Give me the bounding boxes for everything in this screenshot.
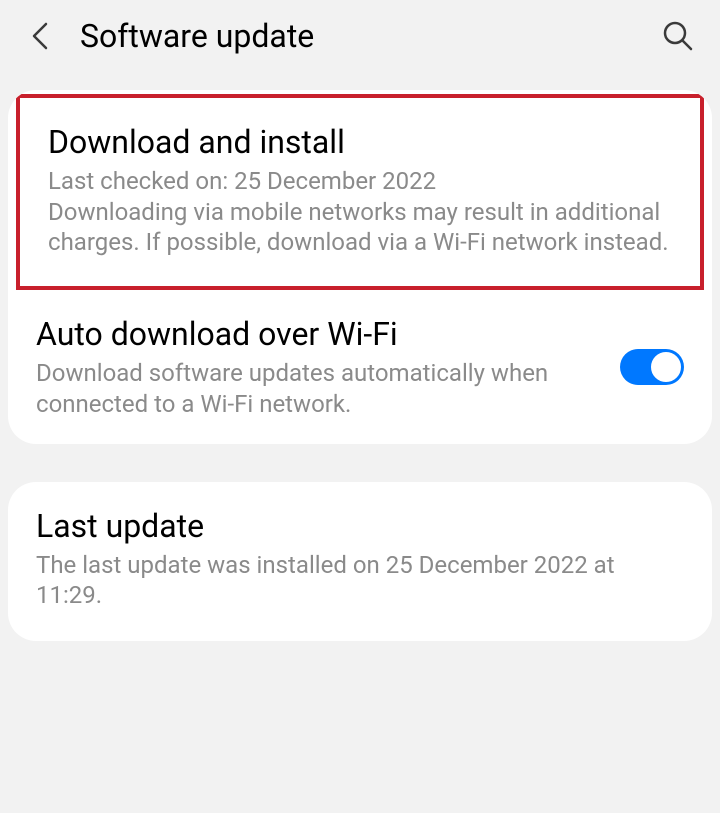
auto-download-toggle[interactable]: [620, 349, 684, 385]
back-button[interactable]: [24, 20, 56, 52]
last-update-item[interactable]: Last update The last update was installe…: [8, 482, 712, 641]
download-install-desc: Last checked on: 25 December 2022 Downlo…: [48, 166, 672, 258]
last-update-title: Last update: [36, 506, 684, 546]
page-title: Software update: [80, 17, 660, 55]
last-update-desc: The last update was installed on 25 Dece…: [36, 550, 684, 611]
search-icon: [662, 20, 694, 52]
settings-group-2: Last update The last update was installe…: [8, 482, 712, 641]
chevron-left-icon: [30, 20, 50, 52]
download-install-title: Download and install: [48, 122, 672, 162]
auto-download-desc: Download software updates automatically …: [36, 358, 604, 419]
download-install-item[interactable]: Download and install Last checked on: 25…: [16, 94, 704, 290]
auto-download-title: Auto download over Wi-Fi: [36, 314, 604, 354]
toggle-knob: [650, 351, 682, 383]
auto-download-item[interactable]: Auto download over Wi-Fi Download softwa…: [8, 290, 712, 443]
settings-group-1: Download and install Last checked on: 25…: [8, 90, 712, 444]
auto-download-text: Auto download over Wi-Fi Download softwa…: [36, 314, 604, 419]
app-bar: Software update: [0, 0, 720, 72]
search-button[interactable]: [660, 18, 696, 54]
